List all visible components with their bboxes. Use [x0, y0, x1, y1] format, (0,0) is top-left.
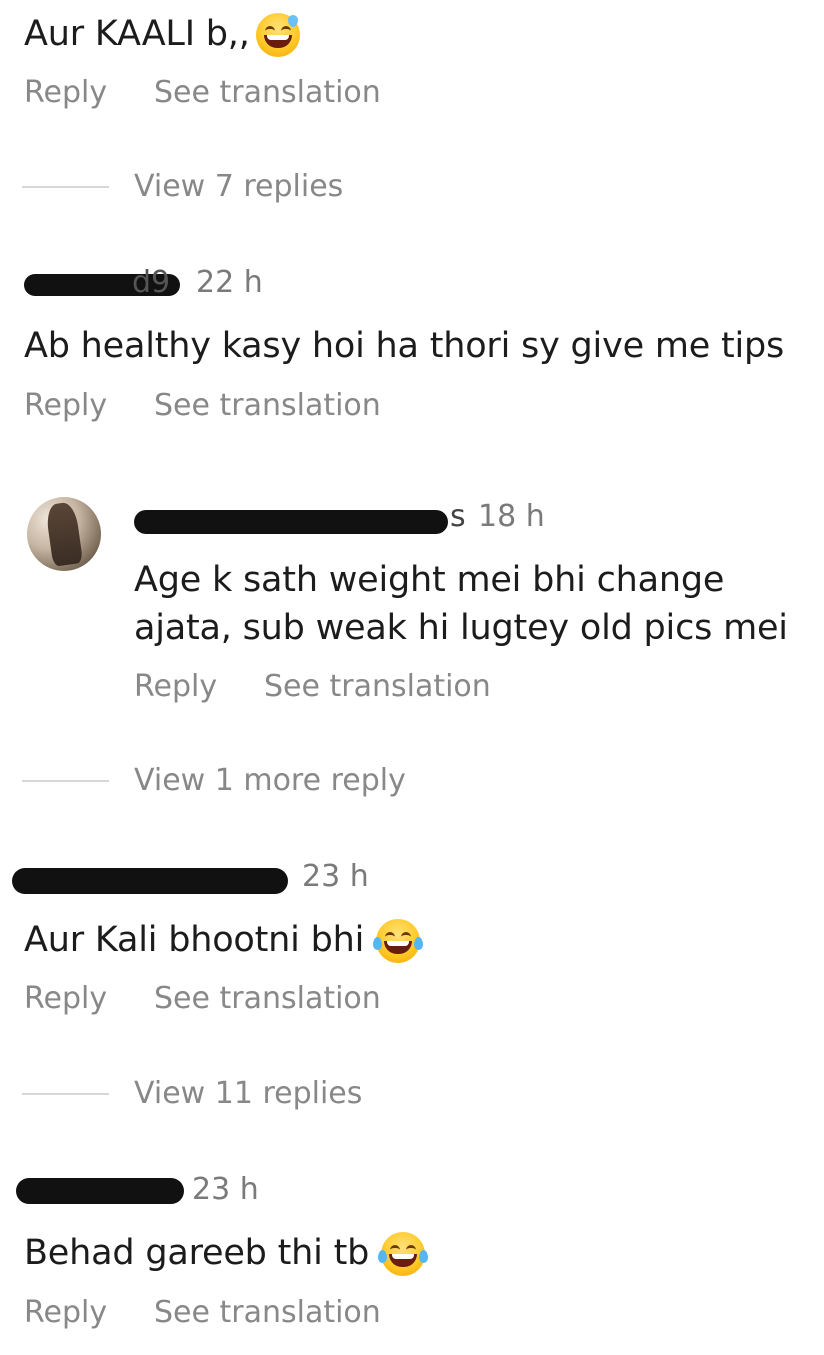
- tears-of-joy-emoji-icon: [373, 919, 424, 963]
- reply-button[interactable]: Reply: [24, 980, 107, 1018]
- see-translation-button[interactable]: See translation: [154, 1294, 381, 1332]
- comment-timestamp: 22 h: [196, 265, 263, 300]
- reply-button[interactable]: Reply: [24, 387, 107, 425]
- username-fragment: s: [450, 499, 466, 534]
- comment-text-line-2: ajata, sub weak hi lugtey old pics mei: [134, 608, 788, 648]
- replies-divider: [22, 780, 109, 782]
- reply-button[interactable]: Reply: [24, 1294, 107, 1332]
- comment-text: Aur Kali bhootni bhi: [24, 918, 424, 963]
- redaction-mark: [16, 1178, 184, 1204]
- avatar[interactable]: [27, 497, 101, 571]
- comment-text-line-1: Age k sath weight mei bhi change: [134, 560, 725, 600]
- comment-text: Ab healthy kasy hoi ha thori sy give me …: [24, 326, 785, 366]
- comment-timestamp: 23 h: [192, 1172, 259, 1207]
- tears-of-joy-emoji-icon: [378, 1232, 429, 1276]
- replies-divider: [22, 186, 109, 188]
- see-translation-button[interactable]: See translation: [154, 387, 381, 425]
- view-replies-button[interactable]: View 1 more reply: [134, 762, 406, 800]
- comment-text: Aur KAALI b,,: [24, 12, 300, 57]
- comment-text: Behad gareeb thi tb: [24, 1231, 429, 1276]
- reply-button[interactable]: Reply: [24, 74, 107, 112]
- username-redacted[interactable]: [12, 860, 292, 898]
- username-redacted[interactable]: [16, 1172, 186, 1210]
- view-replies-button[interactable]: View 11 replies: [134, 1075, 362, 1113]
- grinning-sweat-emoji-icon: [255, 13, 300, 57]
- redaction-mark: [134, 510, 448, 534]
- reply-button[interactable]: Reply: [134, 668, 217, 706]
- comment-timestamp: 23 h: [302, 859, 369, 894]
- see-translation-button[interactable]: See translation: [154, 74, 381, 112]
- replies-divider: [22, 1093, 109, 1095]
- username-redacted[interactable]: s: [134, 499, 466, 538]
- avatar-photo: [44, 501, 84, 567]
- comment-timestamp: 18 h: [478, 499, 545, 534]
- username-fragment: d9: [132, 265, 171, 300]
- see-translation-button[interactable]: See translation: [154, 980, 381, 1018]
- redaction-mark: [12, 868, 288, 894]
- username-redacted[interactable]: d9: [24, 265, 184, 306]
- view-replies-button[interactable]: View 7 replies: [134, 168, 343, 206]
- see-translation-button[interactable]: See translation: [264, 668, 491, 706]
